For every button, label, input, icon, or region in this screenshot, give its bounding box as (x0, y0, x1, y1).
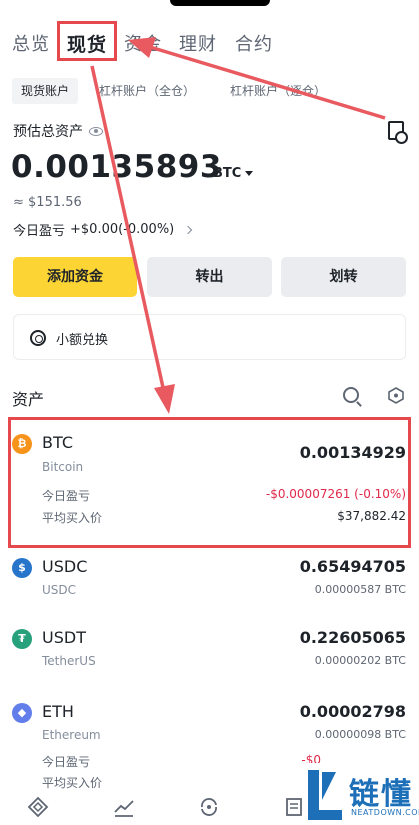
tether-icon: ₮ (12, 629, 32, 649)
coin-btc-value: 0.00000098 BTC (314, 728, 406, 741)
coin-symbol: USDT (42, 628, 86, 647)
asset-row-usdc[interactable]: $ USDC USDC 0.65494705 0.00000587 BTC (0, 556, 419, 606)
today-pnl-label: 今日盈亏 (13, 224, 66, 239)
transfer-button[interactable]: 划转 (281, 257, 406, 297)
tab-funding[interactable]: 资金 (124, 30, 162, 56)
tab-earn[interactable]: 理财 (179, 30, 217, 56)
coin-amount: 0.65494705 (299, 557, 406, 576)
markets-chart-icon[interactable] (113, 796, 135, 818)
today-pnl-value: +$0.00(-0.00%) (70, 222, 175, 237)
settings-hex-icon[interactable] (388, 387, 404, 404)
swap-icon (30, 330, 46, 346)
coin-amount: 0.00134929 (299, 443, 406, 462)
coin-amount: 0.00002798 (299, 702, 406, 721)
eye-icon[interactable] (89, 126, 103, 136)
usd-equivalent: ≈ $151.56 (13, 195, 82, 210)
estimated-total-text: 预估总资产 (13, 124, 83, 140)
watermark-text: 链懂 (349, 777, 413, 812)
avg-price-value: $37,882.42 (337, 509, 406, 523)
history-icon[interactable] (388, 121, 408, 144)
status-notch (170, 0, 270, 6)
coin-symbol: ETH (42, 702, 74, 721)
avg-price-label: 平均买入价 (42, 776, 103, 790)
coin-name: USDC (42, 583, 77, 597)
usdc-icon: $ (12, 558, 32, 578)
chevron-right-icon (184, 225, 193, 234)
watermark-subtext: NEATDOWN.COM (351, 808, 419, 817)
today-pnl-row[interactable]: 今日盈亏 +$0.00(-0.00%) (13, 220, 193, 239)
tab-overview[interactable]: 总览 (12, 30, 50, 56)
pnl-label: 今日盈亏 (42, 489, 91, 503)
search-icon[interactable] (343, 387, 359, 403)
coin-btc-value: 0.00000202 BTC (314, 654, 406, 667)
coin-name: Bitcoin (42, 460, 84, 474)
site-watermark: 链懂 NEATDOWN.COM (303, 763, 419, 825)
trade-cycle-icon[interactable] (198, 796, 220, 818)
asset-row-btc[interactable]: ₿ BTC Bitcoin 0.00134929 今日盈亏 -$0.000072… (0, 427, 419, 542)
assets-title: 资产 (12, 390, 45, 409)
sub-tab-spot-account[interactable]: 现货账户 (12, 78, 79, 104)
arrow-head-to-btc-row (154, 384, 175, 414)
coin-name: Ethereum (42, 728, 101, 742)
tab-futures[interactable]: 合约 (235, 30, 273, 56)
avg-price-label: 平均买入价 (42, 511, 103, 525)
asset-row-usdt[interactable]: ₮ USDT TetherUS 0.22605065 0.00000202 BT… (0, 627, 419, 677)
balance-unit-select[interactable]: BTC (213, 166, 241, 181)
pnl-label: 今日盈亏 (42, 755, 91, 769)
account-sub-tabs: 现货账户 杠杆账户（全仓） 杠杆账户（逐仓） (12, 78, 412, 106)
ethereum-icon: ◆ (12, 703, 32, 723)
caret-down-icon[interactable] (245, 171, 253, 176)
bitcoin-icon: ₿ (12, 434, 32, 454)
withdraw-button[interactable]: 转出 (147, 257, 272, 297)
pnl-value: -$0.00007261 (-0.10%) (265, 487, 406, 501)
spot-tab-highlight (57, 21, 117, 61)
sub-tab-margin-cross[interactable]: 杠杆账户（全仓） (99, 78, 195, 104)
small-swap-label: 小额兑换 (56, 333, 109, 348)
sub-tab-margin-isolated[interactable]: 杠杆账户（逐仓） (230, 78, 326, 104)
total-balance: 0.00135893 (11, 149, 222, 185)
small-swap-button[interactable]: 小额兑换 (13, 314, 406, 360)
estimated-total-label: 预估总资产 (13, 121, 103, 141)
add-funds-button[interactable]: 添加资金 (13, 257, 137, 297)
coin-btc-value: 0.00000587 BTC (314, 583, 406, 596)
coin-symbol: USDC (42, 557, 88, 576)
coin-amount: 0.22605065 (299, 628, 406, 647)
coin-name: TetherUS (42, 654, 96, 668)
neatdown-logo (308, 770, 342, 820)
coin-symbol: BTC (42, 433, 73, 452)
home-diamond-icon[interactable] (27, 796, 49, 818)
